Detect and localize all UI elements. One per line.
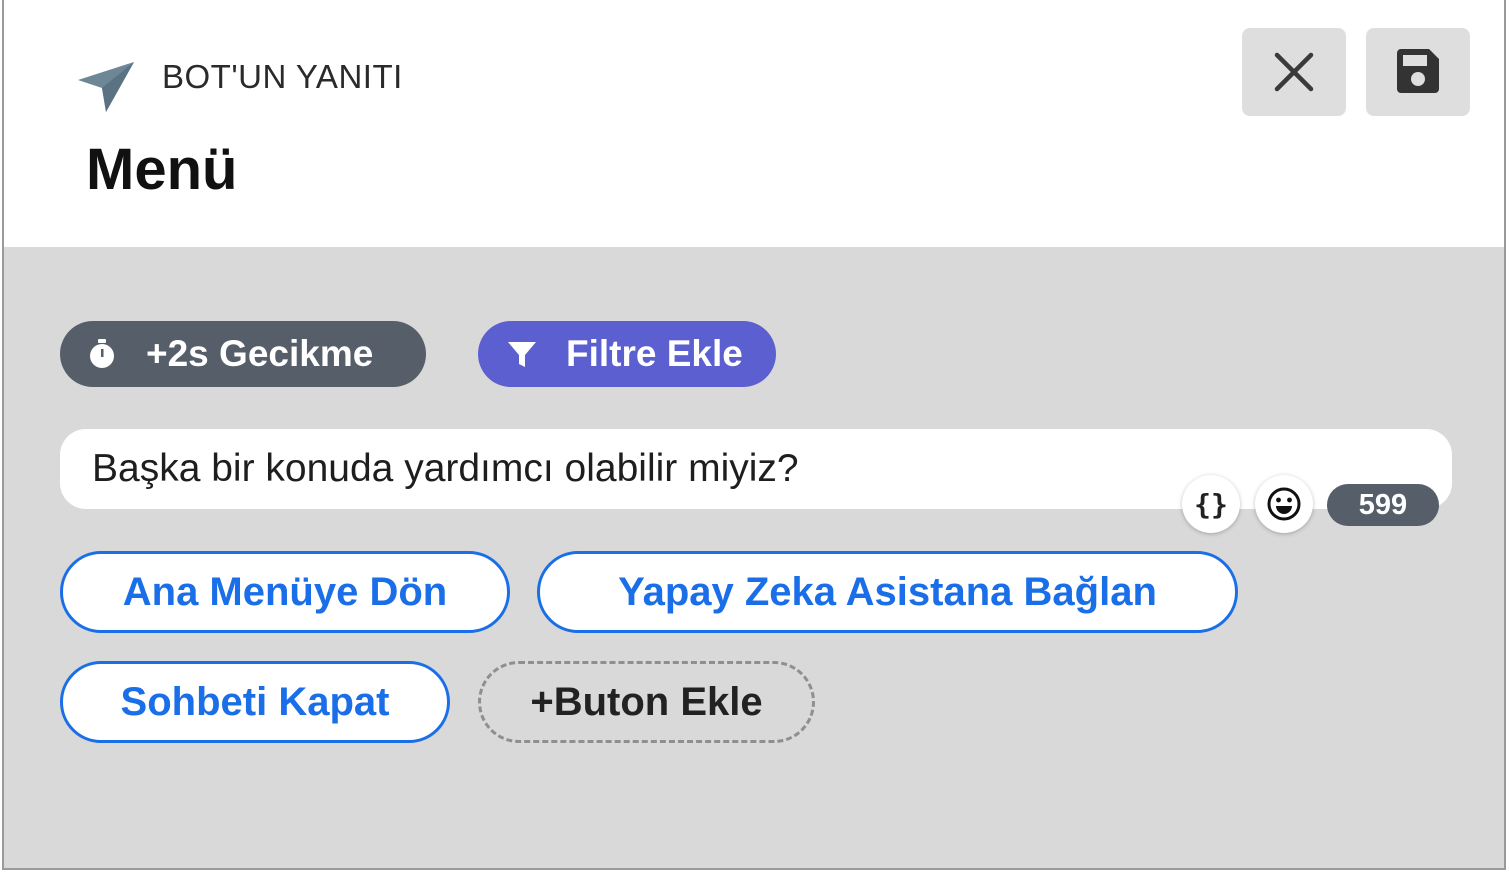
panel-header: BOT'UN YANITI Menü: [4, 0, 1504, 247]
bot-reply-panel: BOT'UN YANITI Menü +2s Gecikme Filtre Ek…: [2, 0, 1506, 870]
character-count-badge: 599: [1327, 484, 1439, 526]
emoji-button[interactable]: [1255, 475, 1313, 533]
add-button[interactable]: +Buton Ekle: [478, 661, 815, 743]
header-label: BOT'UN YANITI: [162, 58, 403, 95]
delay-tag[interactable]: +2s Gecikme: [60, 321, 426, 387]
emoji-icon: [1267, 487, 1301, 521]
filter-label: Filtre Ekle: [566, 333, 743, 374]
save-button[interactable]: [1366, 28, 1470, 116]
page-title: Menü: [86, 137, 238, 202]
close-button[interactable]: [1242, 28, 1346, 116]
message-text: Başka bir konuda yardımcı olabilir miyiz…: [92, 447, 799, 490]
variables-button[interactable]: {}: [1182, 475, 1240, 533]
reply-button-close-chat[interactable]: Sohbeti Kapat: [60, 661, 450, 743]
reply-button-ai-assistant[interactable]: Yapay Zeka Asistana Bağlan: [537, 551, 1238, 633]
reply-body: +2s Gecikme Filtre Ekle Başka bir konuda…: [4, 247, 1504, 868]
paper-plane-icon: [78, 62, 134, 112]
curly-braces-icon: {}: [1194, 487, 1228, 521]
filter-icon: [508, 342, 536, 367]
close-icon: [1274, 52, 1314, 92]
delay-label: +2s Gecikme: [146, 333, 374, 374]
save-icon: [1397, 49, 1439, 93]
message-text-field[interactable]: Başka bir konuda yardımcı olabilir miyiz…: [60, 429, 1452, 509]
reply-button-main-menu[interactable]: Ana Menüye Dön: [60, 551, 510, 633]
stopwatch-icon: [90, 339, 114, 368]
add-filter-button[interactable]: Filtre Ekle: [478, 321, 776, 387]
